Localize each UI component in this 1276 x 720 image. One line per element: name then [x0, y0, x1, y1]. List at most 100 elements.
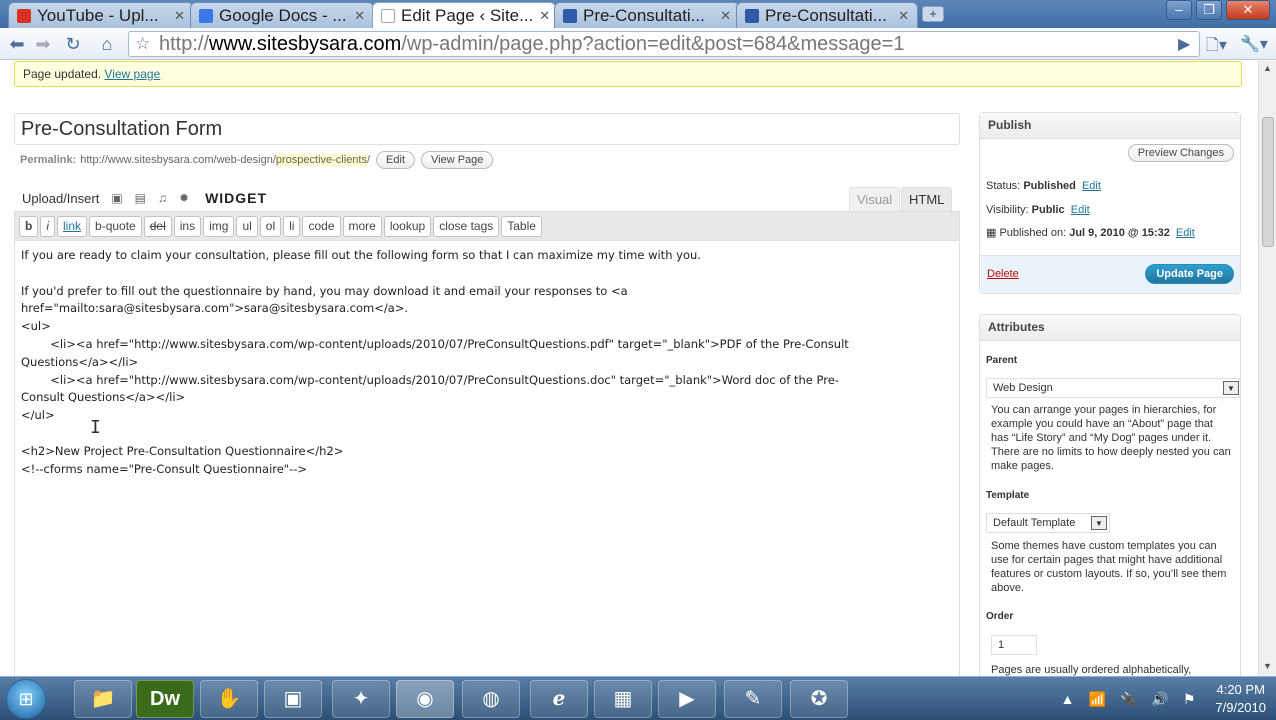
graphics-app-taskbar-icon[interactable]: ✪ — [790, 680, 848, 718]
content-textarea[interactable]: If you are ready to claim your consultat… — [14, 241, 960, 676]
youtube-favicon-icon — [17, 8, 31, 23]
quicktag-link-button[interactable]: link — [57, 216, 88, 237]
widget-icon[interactable]: WIDGET — [205, 190, 267, 206]
internet-explorer-taskbar-icon[interactable]: ℯ — [530, 680, 588, 718]
dreamweaver-taskbar-icon[interactable]: Dw — [136, 680, 194, 718]
action-center-icon[interactable]: ⚑ — [1183, 691, 1196, 708]
add-media-icon[interactable]: ✹ — [179, 191, 189, 205]
edit-permalink-button[interactable]: Edit — [376, 151, 416, 169]
tab-visual[interactable]: Visual — [849, 187, 901, 211]
quicktag-italic-button[interactable]: i — [40, 216, 56, 237]
hand-app-taskbar-icon[interactable]: ✋ — [200, 680, 258, 718]
scroll-down-icon[interactable]: ▼ — [1263, 661, 1272, 671]
windows-taskbar: ⊞ 📁 Dw ✋ ▣ ✦ ◉ ◍ ℯ ▦ ▶ ✎ ✪ ▲ 📶 🔌 🔊 ⚑ 4:2… — [0, 676, 1276, 720]
quicktag-img-button[interactable]: img — [203, 216, 235, 237]
delete-link[interactable]: Delete — [987, 268, 1019, 280]
quicktag-blockquote-button[interactable]: b-quote — [89, 216, 142, 237]
quicktag-more-button[interactable]: more — [342, 216, 382, 237]
forward-icon[interactable]: ➡ — [32, 33, 54, 55]
publish-heading[interactable]: Publish — [980, 113, 1240, 139]
close-icon[interactable]: ✕ — [892, 8, 909, 24]
scroll-up-icon[interactable]: ▲ — [1263, 63, 1272, 73]
app-taskbar-icon[interactable]: ✦ — [332, 680, 390, 718]
start-button[interactable]: ⊞ — [6, 679, 46, 719]
view-page-button[interactable]: View Page — [421, 151, 494, 169]
update-page-button[interactable]: Update Page — [1145, 264, 1234, 284]
add-video-icon[interactable]: ▤ — [135, 191, 146, 205]
tab-title: Pre-Consultati... — [765, 5, 887, 25]
quicktag-ul-button[interactable]: ul — [236, 216, 258, 237]
edit-visibility-link[interactable]: Edit — [1071, 204, 1090, 216]
template-select[interactable]: Default Template ▼ — [986, 513, 1110, 533]
back-icon[interactable]: ⬅ — [6, 33, 28, 55]
google-docs-favicon-icon — [199, 8, 213, 23]
close-icon[interactable]: ✕ — [168, 8, 185, 24]
order-input[interactable]: 1 — [991, 635, 1037, 655]
reload-icon[interactable]: ↻ — [62, 33, 84, 55]
tab-html[interactable]: HTML — [901, 187, 953, 211]
page-scrollbar[interactable]: ▲ ▼ — [1258, 61, 1276, 676]
pencil-app-taskbar-icon[interactable]: ✎ — [724, 680, 782, 718]
volume-icon[interactable]: 🔊 — [1151, 691, 1168, 708]
site-favicon-icon — [563, 8, 577, 23]
preview-changes-button[interactable]: Preview Changes — [1127, 144, 1234, 162]
bookmark-star-icon[interactable]: ☆ — [135, 32, 150, 56]
add-image-icon[interactable]: ▣ — [111, 191, 122, 205]
power-icon[interactable]: 🔌 — [1120, 691, 1137, 708]
browser-tab-edit-page[interactable]: Edit Page ‹ Site... ✕ — [372, 2, 556, 29]
network-icon[interactable]: 📶 — [1089, 691, 1106, 708]
quicktag-bold-button[interactable]: b — [19, 216, 39, 237]
chrome-taskbar-icon[interactable]: ◉ — [396, 680, 454, 718]
calculator-taskbar-icon[interactable]: ▦ — [594, 680, 652, 718]
quicktag-del-button[interactable]: del — [143, 216, 172, 237]
address-bar[interactable]: ☆ http://www.sitesbysara.com/wp-admin/pa… — [128, 31, 1200, 57]
visibility-value: Public — [1031, 204, 1065, 216]
quicktag-code-button[interactable]: code — [302, 216, 341, 237]
close-icon[interactable]: ✕ — [348, 8, 365, 24]
page-menu-icon[interactable]: 🗋▾ — [1206, 34, 1227, 61]
url-prefix: http:// — [159, 33, 210, 55]
attributes-box: Attributes Parent Web Design ▼ You can a… — [979, 314, 1241, 676]
browser-tab-google-docs[interactable]: Google Docs - ... ✕ — [190, 2, 374, 28]
browser-tab-pre-consultation-1[interactable]: Pre-Consultati... ✕ — [554, 2, 740, 28]
permalink-base: http://www.sitesbysara.com/web-design/ — [80, 154, 276, 166]
taskbar-clock[interactable]: 4:20 PM 7/9/2010 — [1215, 681, 1266, 717]
browser-tab-youtube[interactable]: YouTube - Upl... ✕ — [8, 2, 194, 28]
browser-tab-strip: YouTube - Upl... ✕ Google Docs - ... ✕ E… — [0, 0, 1276, 29]
go-icon[interactable]: ▶ — [1178, 34, 1190, 54]
wrench-icon[interactable]: 🔧▾ — [1240, 34, 1268, 54]
close-icon[interactable]: ✕ — [533, 8, 550, 24]
status-row: Status: Published Edit — [986, 180, 1101, 192]
page-favicon-icon — [381, 9, 395, 23]
firefox-taskbar-icon[interactable]: ◍ — [462, 680, 520, 718]
edit-status-link[interactable]: Edit — [1082, 180, 1101, 192]
add-audio-icon[interactable]: ♫ — [158, 191, 167, 205]
quicktag-li-button[interactable]: li — [283, 216, 301, 237]
parent-label: Parent — [986, 355, 1018, 366]
screen-app-taskbar-icon[interactable]: ▣ — [264, 680, 322, 718]
media-player-taskbar-icon[interactable]: ▶ — [658, 680, 716, 718]
browser-tab-pre-consultation-2[interactable]: Pre-Consultati... ✕ — [736, 2, 918, 28]
view-page-link[interactable]: View page — [104, 67, 160, 81]
minimize-button[interactable]: – — [1166, 0, 1192, 20]
quicktag-close-tags-button[interactable]: close tags — [433, 216, 500, 237]
quicktag-table-button[interactable]: Table — [501, 216, 542, 237]
upload-insert-label: Upload/Insert — [22, 190, 100, 206]
home-icon[interactable]: ⌂ — [96, 33, 118, 55]
show-hidden-icons-icon[interactable]: ▲ — [1061, 691, 1075, 707]
attributes-heading[interactable]: Attributes — [980, 315, 1240, 341]
window-close-button[interactable]: ✕ — [1226, 0, 1270, 20]
close-icon[interactable]: ✕ — [714, 8, 731, 24]
publish-box: Publish Preview Changes Status: Publishe… — [979, 112, 1241, 294]
quicktag-ol-button[interactable]: ol — [259, 216, 282, 237]
page-title-input[interactable]: Pre-Consultation Form — [14, 113, 960, 145]
quicktag-lookup-button[interactable]: lookup — [383, 216, 432, 237]
quicktag-ins-button[interactable]: ins — [173, 216, 202, 237]
scrollbar-thumb[interactable] — [1262, 117, 1274, 247]
parent-select[interactable]: Web Design ▼ — [986, 378, 1240, 398]
permalink-slug[interactable]: prospective-clients — [275, 154, 367, 166]
explorer-taskbar-icon[interactable]: 📁 — [74, 680, 132, 718]
edit-date-link[interactable]: Edit — [1176, 227, 1195, 239]
new-tab-button[interactable]: + — [922, 6, 944, 22]
maximize-button[interactable]: ❐ — [1196, 0, 1222, 20]
